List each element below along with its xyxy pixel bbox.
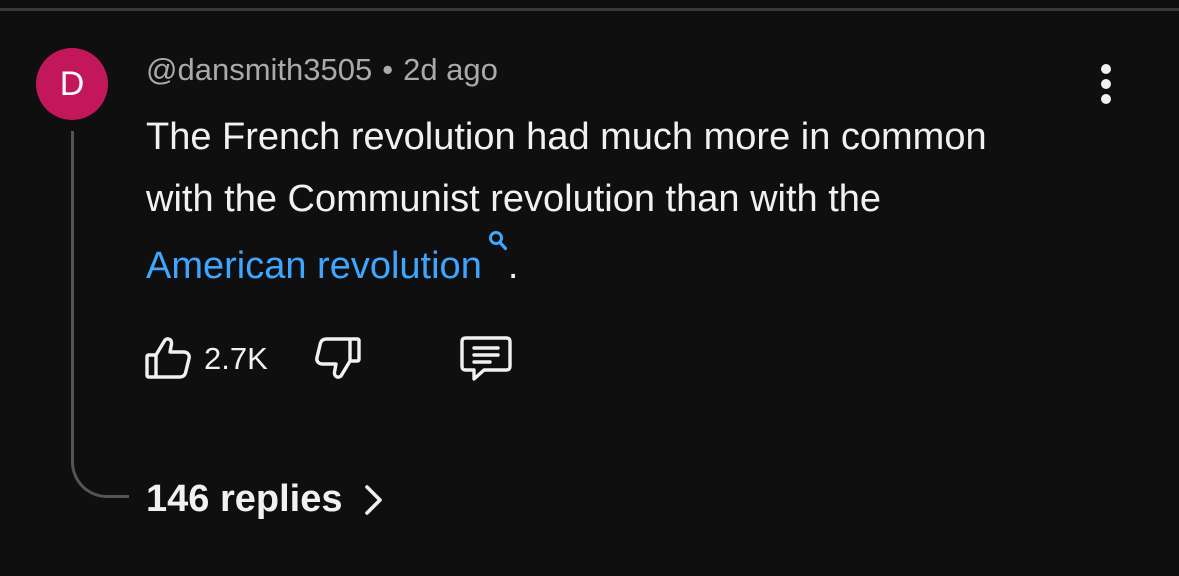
replies-label: 146 replies xyxy=(146,478,343,520)
comment-actions: 2.7K xyxy=(144,330,544,386)
search-icon xyxy=(488,230,508,252)
comment-time[interactable]: 2d ago xyxy=(403,52,498,87)
more-vert-icon[interactable] xyxy=(1090,62,1122,108)
search-link[interactable]: American revolution xyxy=(146,231,508,287)
thumbs-down-icon[interactable] xyxy=(314,334,362,382)
author-handle[interactable]: @dansmith3505 xyxy=(146,52,372,87)
like-count: 2.7K xyxy=(204,341,268,376)
thumbs-up-icon[interactable] xyxy=(144,334,192,382)
comment-meta: @dansmith3505 • 2d ago xyxy=(146,52,498,88)
avatar[interactable]: D xyxy=(36,48,108,120)
search-link-label: American revolution xyxy=(146,245,482,287)
comment-icon[interactable] xyxy=(458,334,514,382)
thread-line xyxy=(71,131,129,498)
avatar-letter: D xyxy=(59,64,85,103)
chevron-right-icon xyxy=(362,483,386,517)
comment-text-body: The French revolution had much more in c… xyxy=(146,116,987,220)
comment-text-end: . xyxy=(507,245,519,287)
view-replies-button[interactable]: 146 replies xyxy=(146,478,386,521)
top-divider xyxy=(0,8,1179,11)
comment-text: The French revolution had much more in c… xyxy=(146,106,1046,297)
meta-separator: • xyxy=(382,52,394,87)
